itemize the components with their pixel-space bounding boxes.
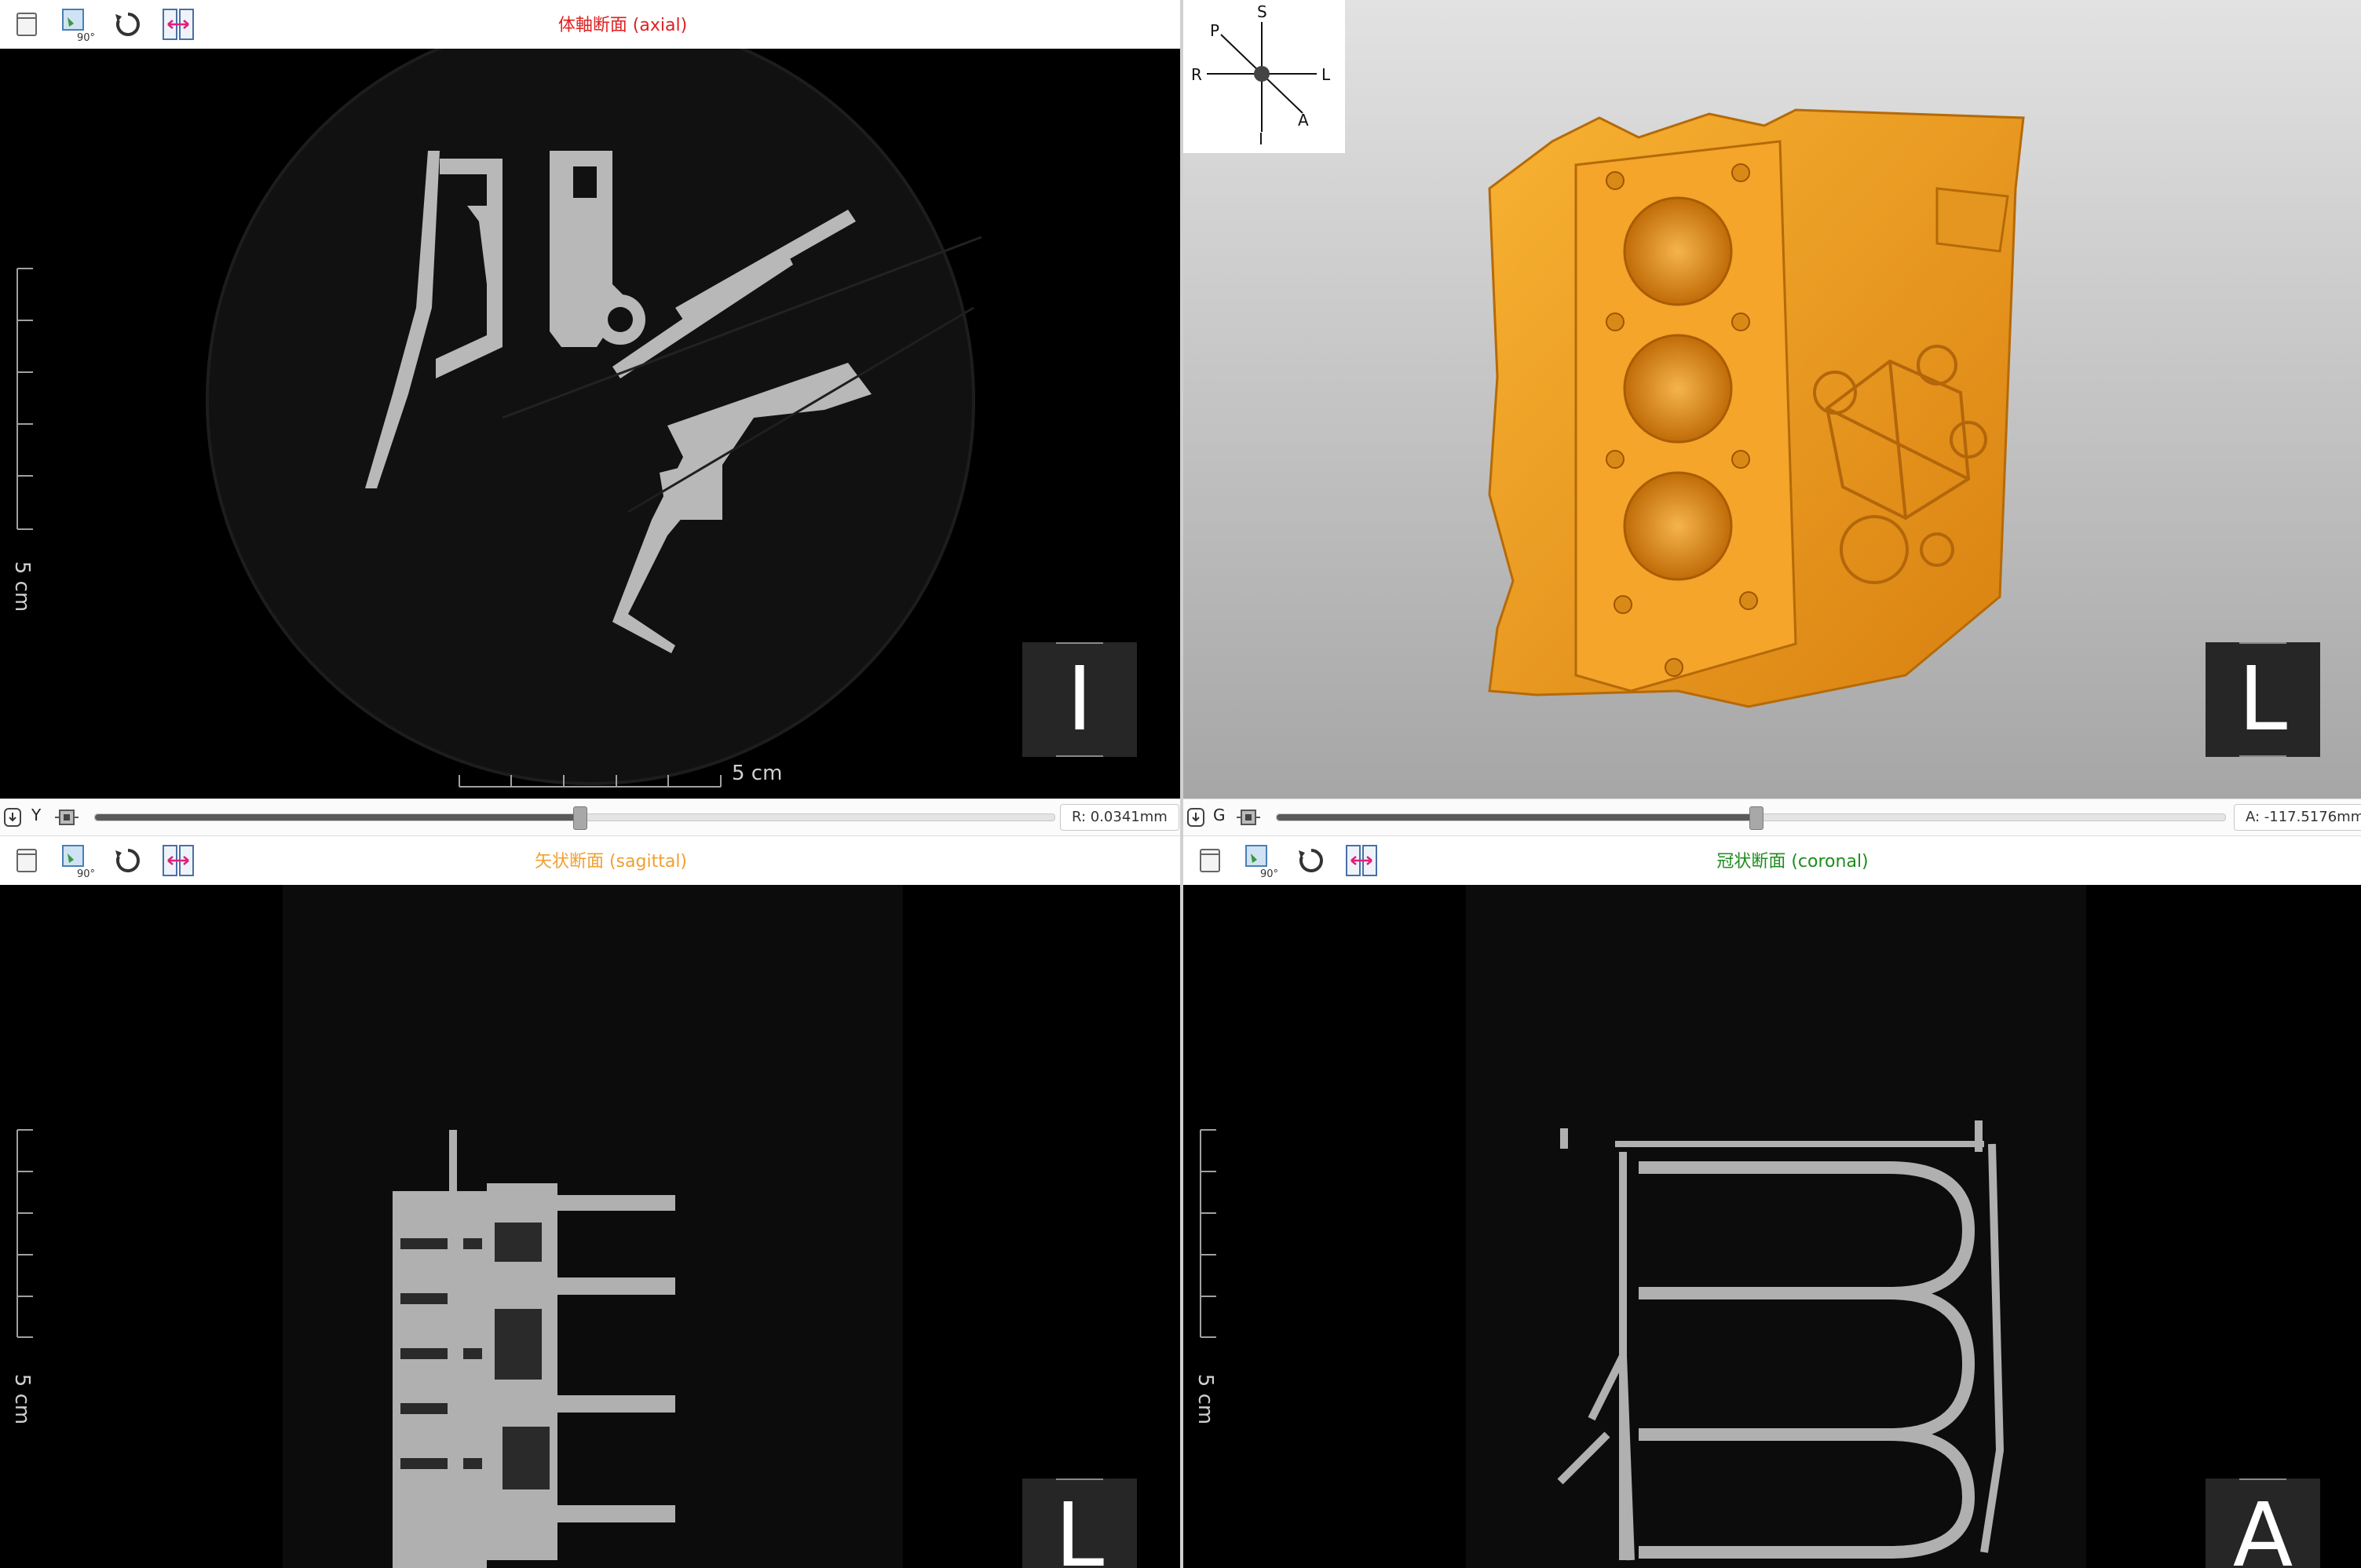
axial-toolbar: 90° 体軸断面 (axial) xyxy=(0,0,1180,49)
slice-slider-bar: Y R: 0.0341mm xyxy=(0,799,1180,836)
reset-rotation-icon[interactable] xyxy=(108,841,148,880)
slice-slider[interactable] xyxy=(1276,806,2226,830)
slider-thumb[interactable] xyxy=(573,806,588,830)
engine-block-3d-model xyxy=(1488,108,2025,708)
pane-title: 冠状断面 (coronal) xyxy=(1716,852,1869,872)
rotate-90-icon[interactable]: 90° xyxy=(57,841,96,880)
slider-thumb[interactable] xyxy=(1749,806,1764,830)
compass-left-label: L xyxy=(1321,65,1331,84)
reset-rotation-icon[interactable] xyxy=(108,5,148,44)
coronal-pane: 90° 冠状断面 (coronal) 5 cm A xyxy=(1183,836,2361,1568)
flip-horizontal-icon[interactable] xyxy=(159,841,198,880)
coronal-viewport[interactable]: 5 cm A xyxy=(1183,885,2361,1568)
slider-fill xyxy=(95,814,580,821)
pane-title: 矢状断面 (sagittal) xyxy=(534,852,688,872)
orientation-compass: S I R L P A xyxy=(1183,0,1345,153)
coronal-ct-image xyxy=(1200,885,2086,1568)
orientation-badge: I xyxy=(1022,642,1137,757)
slice-position-readout: A: -117.5176mm xyxy=(2234,804,2361,831)
compass-right-label: R xyxy=(1191,65,1202,84)
slice-step-icon[interactable] xyxy=(3,807,22,828)
compass-anterior-label: A xyxy=(1298,111,1309,130)
window-icon[interactable] xyxy=(8,841,47,880)
window-icon[interactable] xyxy=(1191,841,1230,880)
sagittal-vertical-scale xyxy=(16,1129,33,1338)
svg-text:90°: 90° xyxy=(77,32,95,44)
rotate-90-icon[interactable]: 90° xyxy=(57,5,96,44)
coronal-vertical-scale-label: 5 cm xyxy=(1193,1373,1218,1425)
axial-vertical-scale-label: 5 cm xyxy=(10,561,35,612)
rotate-90-icon[interactable]: 90° xyxy=(1240,841,1279,880)
slice-step-icon[interactable] xyxy=(1186,807,1205,828)
axial-vertical-scale xyxy=(16,268,33,530)
orientation-badge: L xyxy=(1022,1478,1137,1568)
compass-inferior-label: I xyxy=(1259,130,1263,148)
compass-superior-label: S xyxy=(1257,2,1267,21)
reset-rotation-icon[interactable] xyxy=(1292,841,1331,880)
sagittal-viewport[interactable]: 5 cm L xyxy=(0,885,1180,1568)
slice-slider[interactable] xyxy=(94,806,1055,830)
slider-fill xyxy=(1277,814,1756,821)
orientation-badge: A xyxy=(2206,1478,2320,1568)
axial-viewport[interactable]: 5 cm 5 cm I xyxy=(0,16,1180,799)
axial-horizontal-scale-label: 5 cm xyxy=(732,762,783,785)
sagittal-toolbar: 90° 矢状断面 (sagittal) xyxy=(0,836,1180,885)
coronal-vertical-scale xyxy=(1200,1129,1216,1338)
flip-horizontal-icon[interactable] xyxy=(159,5,198,44)
pane-title: 体軸断面 (axial) xyxy=(557,16,688,35)
sagittal-ct-image xyxy=(16,885,903,1568)
slice-lock-icon[interactable] xyxy=(1237,807,1260,828)
render3d-pane[interactable]: S I R L P A L xyxy=(1183,0,2361,799)
slice-slider-bar: G A: -117.5176mm xyxy=(1183,799,2361,836)
compass-posterior-label: P xyxy=(1210,21,1219,40)
window-icon[interactable] xyxy=(8,5,47,44)
sagittal-vertical-scale-label: 5 cm xyxy=(10,1373,35,1425)
slider-axis-label: Y xyxy=(31,806,42,824)
slider-axis-label: G xyxy=(1213,806,1226,824)
slice-position-readout: R: 0.0341mm xyxy=(1060,804,1179,831)
svg-text:90°: 90° xyxy=(77,868,95,880)
coronal-toolbar: 90° 冠状断面 (coronal) xyxy=(1183,836,2361,885)
axial-pane: 90° 体軸断面 (axial) 5 cm 5 cm I xyxy=(0,0,1180,799)
orientation-badge: L xyxy=(2206,642,2320,757)
svg-text:90°: 90° xyxy=(1260,868,1278,880)
axial-ct-image xyxy=(16,16,982,788)
slice-lock-icon[interactable] xyxy=(55,807,79,828)
flip-horizontal-icon[interactable] xyxy=(1342,841,1381,880)
sagittal-pane: 90° 矢状断面 (sagittal) 5 cm L xyxy=(0,836,1180,1568)
